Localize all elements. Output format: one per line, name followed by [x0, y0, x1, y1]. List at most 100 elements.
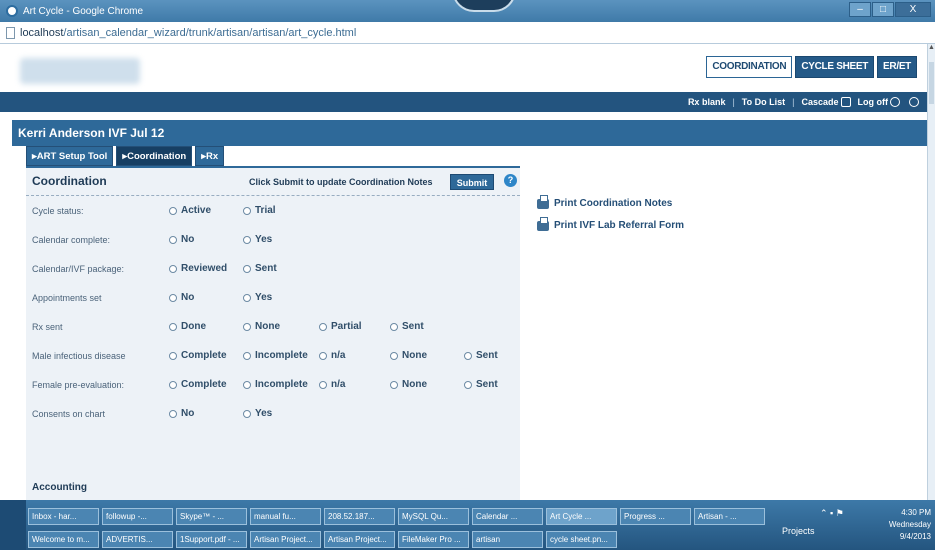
projects-toolbar[interactable]: Projects	[782, 526, 815, 536]
taskbar-item[interactable]: Calendar ...	[472, 508, 543, 525]
taskbar-item[interactable]: followup -...	[102, 508, 173, 525]
radio-button[interactable]	[169, 264, 177, 273]
print-link[interactable]: Print Coordination Notes	[537, 194, 684, 209]
tab[interactable]: ▸ART Setup Tool	[26, 146, 114, 166]
radio-button[interactable]	[464, 380, 472, 389]
close-button[interactable]: X	[895, 2, 931, 17]
printer-icon	[537, 216, 549, 231]
radio-option[interactable]: Yes	[243, 234, 272, 245]
radio-option[interactable]: Complete	[169, 350, 227, 361]
radio-option[interactable]: n/a	[319, 350, 345, 361]
radio-option[interactable]: None	[390, 350, 427, 361]
radio-option[interactable]: Trial	[243, 205, 276, 216]
rx-blank-link[interactable]: Rx blank	[688, 97, 726, 107]
taskbar-item[interactable]: Progress ...	[620, 508, 691, 525]
radio-button[interactable]	[319, 322, 327, 331]
tab[interactable]: ▸Rx	[195, 146, 225, 166]
cascade-label: Cascade	[801, 96, 839, 107]
radio-button[interactable]	[243, 409, 251, 418]
taskbar-item[interactable]: 208.52.187...	[324, 508, 395, 525]
radio-button[interactable]	[169, 293, 177, 302]
row-label: Calendar/IVF package:	[32, 264, 125, 274]
radio-option[interactable]: Partial	[319, 321, 362, 332]
start-button[interactable]	[0, 500, 26, 550]
radio-button[interactable]	[169, 235, 177, 244]
radio-option[interactable]: Sent	[390, 321, 424, 332]
scroll-thumb[interactable]	[929, 62, 934, 104]
radio-button[interactable]	[169, 206, 177, 215]
radio-button[interactable]	[169, 409, 177, 418]
taskbar-item[interactable]: Art Cycle ...	[546, 508, 617, 525]
radio-button[interactable]	[169, 380, 177, 389]
radio-button[interactable]	[169, 351, 177, 360]
taskbar-item[interactable]: Skype™ - ...	[176, 508, 247, 525]
radio-option[interactable]: n/a	[319, 379, 345, 390]
radio-button[interactable]	[243, 380, 251, 389]
radio-option[interactable]: No	[169, 408, 194, 419]
nav-button[interactable]: ER/ET	[877, 56, 917, 78]
nav-button[interactable]: COORDINATION	[706, 56, 793, 78]
taskbar-item[interactable]: ADVERTIS...	[102, 531, 173, 548]
taskbar-item[interactable]: cycle sheet.pn...	[546, 531, 617, 548]
cascade-link[interactable]: Cascade	[801, 96, 851, 108]
logoff-link[interactable]: Log off	[858, 97, 900, 108]
taskbar-item[interactable]: Welcome to m...	[28, 531, 99, 548]
radio-option[interactable]: Active	[169, 205, 211, 216]
taskbar-item[interactable]: FileMaker Pro ...	[398, 531, 469, 548]
todo-list-link[interactable]: To Do List	[742, 97, 785, 107]
radio-button[interactable]	[319, 380, 327, 389]
print-link[interactable]: Print IVF Lab Referral Form	[537, 216, 684, 231]
tray-icons[interactable]: ⌃ ▪ ⚑	[820, 508, 844, 519]
nav-button[interactable]: CYCLE SHEET	[795, 56, 875, 78]
taskbar-item[interactable]: Artisan - ...	[694, 508, 765, 525]
taskbar-item[interactable]: Artisan Project...	[250, 531, 321, 548]
submit-button[interactable]: Submit	[450, 174, 494, 190]
radio-button[interactable]	[243, 206, 251, 215]
radio-option[interactable]: Sent	[464, 379, 498, 390]
cascade-icon	[840, 97, 851, 108]
system-clock[interactable]: 4:30 PM Wednesday 9/4/2013	[889, 507, 931, 543]
address-bar[interactable]: localhost/artisan_calendar_wizard/trunk/…	[0, 22, 935, 44]
taskbar-item[interactable]: Inbox - har...	[28, 508, 99, 525]
radio-button[interactable]	[390, 351, 398, 360]
form-row: Calendar/IVF package: Reviewed Sent	[26, 260, 520, 280]
help-icon[interactable]	[909, 97, 919, 107]
radio-label: Active	[181, 205, 212, 216]
radio-option[interactable]: No	[169, 292, 194, 303]
taskbar-item[interactable]: artisan	[472, 531, 543, 548]
taskbar-item[interactable]: Artisan Project...	[324, 531, 395, 548]
radio-option[interactable]: Complete	[169, 379, 227, 390]
radio-button[interactable]	[243, 235, 251, 244]
radio-button[interactable]	[243, 264, 251, 273]
radio-option[interactable]: Sent	[464, 350, 498, 361]
radio-option[interactable]: No	[169, 234, 194, 245]
radio-button[interactable]	[464, 351, 472, 360]
vertical-scrollbar[interactable]: ▲	[927, 44, 935, 500]
url-text[interactable]: localhost/artisan_calendar_wizard/trunk/…	[20, 27, 356, 39]
radio-option[interactable]: None	[390, 379, 427, 390]
scroll-up-arrow[interactable]: ▲	[928, 44, 935, 54]
radio-option[interactable]: Incomplete	[243, 350, 308, 361]
radio-button[interactable]	[243, 322, 251, 331]
minimize-button[interactable]: –	[849, 2, 871, 17]
radio-option[interactable]: Incomplete	[243, 379, 308, 390]
radio-button[interactable]	[390, 322, 398, 331]
radio-option[interactable]: Done	[169, 321, 206, 332]
radio-option[interactable]: Yes	[243, 408, 272, 419]
maximize-button[interactable]: □	[872, 2, 894, 17]
radio-option[interactable]: Yes	[243, 292, 272, 303]
taskbar-item[interactable]: 1Support.pdf - ...	[176, 531, 247, 548]
radio-button[interactable]	[243, 351, 251, 360]
radio-option[interactable]: Reviewed	[169, 263, 227, 274]
radio-button[interactable]	[243, 293, 251, 302]
taskbar-item[interactable]: MySQL Qu...	[398, 508, 469, 525]
tab[interactable]: ▸Coordination	[116, 146, 193, 166]
radio-button[interactable]	[390, 380, 398, 389]
radio-button[interactable]	[169, 322, 177, 331]
radio-option[interactable]: None	[243, 321, 280, 332]
taskbar-item[interactable]: manual fu...	[250, 508, 321, 525]
radio-option[interactable]: Sent	[243, 263, 277, 274]
help-icon[interactable]: ?	[504, 174, 517, 187]
radio-button[interactable]	[319, 351, 327, 360]
top-nav-buttons: COORDINATION CYCLE SHEET ER/ET	[706, 56, 917, 78]
